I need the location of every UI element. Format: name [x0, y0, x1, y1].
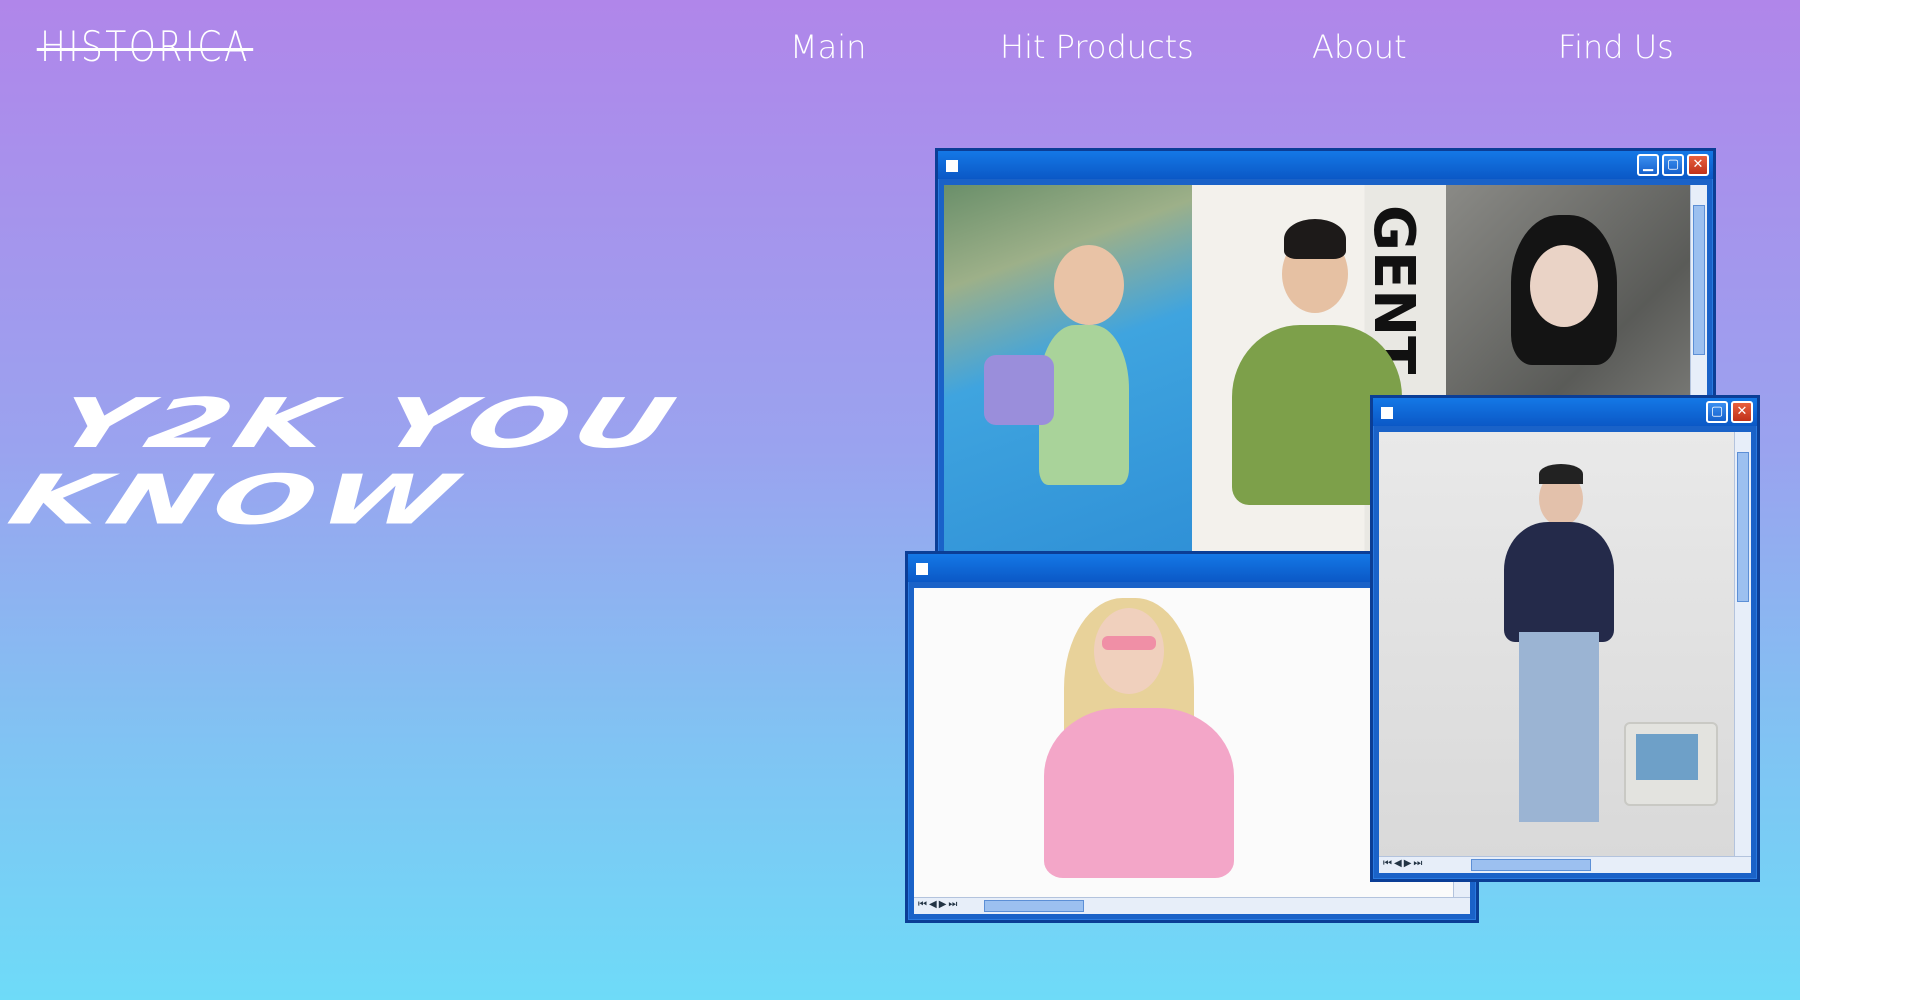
- nav-about[interactable]: About: [1312, 28, 1407, 66]
- horizontal-scrollbar[interactable]: ⏮◀▶⏭: [1379, 856, 1751, 873]
- headline-line-2: KNOW: [0, 459, 471, 540]
- media-controls[interactable]: ⏮◀▶⏭: [1383, 858, 1424, 869]
- photo-denim-outfit: [1379, 432, 1735, 857]
- maximize-button[interactable]: ▢: [1706, 401, 1728, 423]
- close-button[interactable]: ✕: [1687, 154, 1709, 176]
- window-titlebar[interactable]: ▁ ▢ ✕: [938, 151, 1713, 179]
- nav-hit-products[interactable]: Hit Products: [1000, 28, 1194, 66]
- scroll-thumb[interactable]: [1737, 452, 1749, 602]
- scroll-thumb[interactable]: [984, 900, 1084, 912]
- hero-section: HISTORICA Main Hit Products About Find U…: [0, 0, 1800, 1000]
- scroll-thumb[interactable]: [1471, 859, 1591, 871]
- photo-window-denim[interactable]: ▢ ✕ ⏮◀▶⏭: [1370, 395, 1760, 882]
- window-menu-icon[interactable]: [1381, 407, 1393, 419]
- scroll-thumb[interactable]: [1693, 205, 1705, 355]
- horizontal-scrollbar[interactable]: ⏮◀▶⏭: [914, 897, 1470, 914]
- window-titlebar[interactable]: ▢ ✕: [1373, 398, 1757, 426]
- window-menu-icon[interactable]: [946, 160, 958, 172]
- minimize-button[interactable]: ▁: [1637, 154, 1659, 176]
- brand-logo[interactable]: HISTORICA: [36, 22, 254, 71]
- nav-find-us[interactable]: Find Us: [1558, 28, 1674, 66]
- nav-main[interactable]: Main: [790, 28, 866, 66]
- hero-headline: Y2K YOU KNOW: [0, 383, 691, 540]
- window-menu-icon[interactable]: [916, 563, 928, 575]
- vertical-scrollbar[interactable]: [1734, 432, 1751, 857]
- headline-line-1: Y2K YOU: [44, 383, 691, 464]
- maximize-button[interactable]: ▢: [1662, 154, 1684, 176]
- photo-pool-outfit: [944, 185, 1192, 571]
- window-content: ⏮◀▶⏭: [1379, 432, 1751, 873]
- close-button[interactable]: ✕: [1731, 401, 1753, 423]
- media-controls[interactable]: ⏮◀▶⏭: [918, 899, 959, 910]
